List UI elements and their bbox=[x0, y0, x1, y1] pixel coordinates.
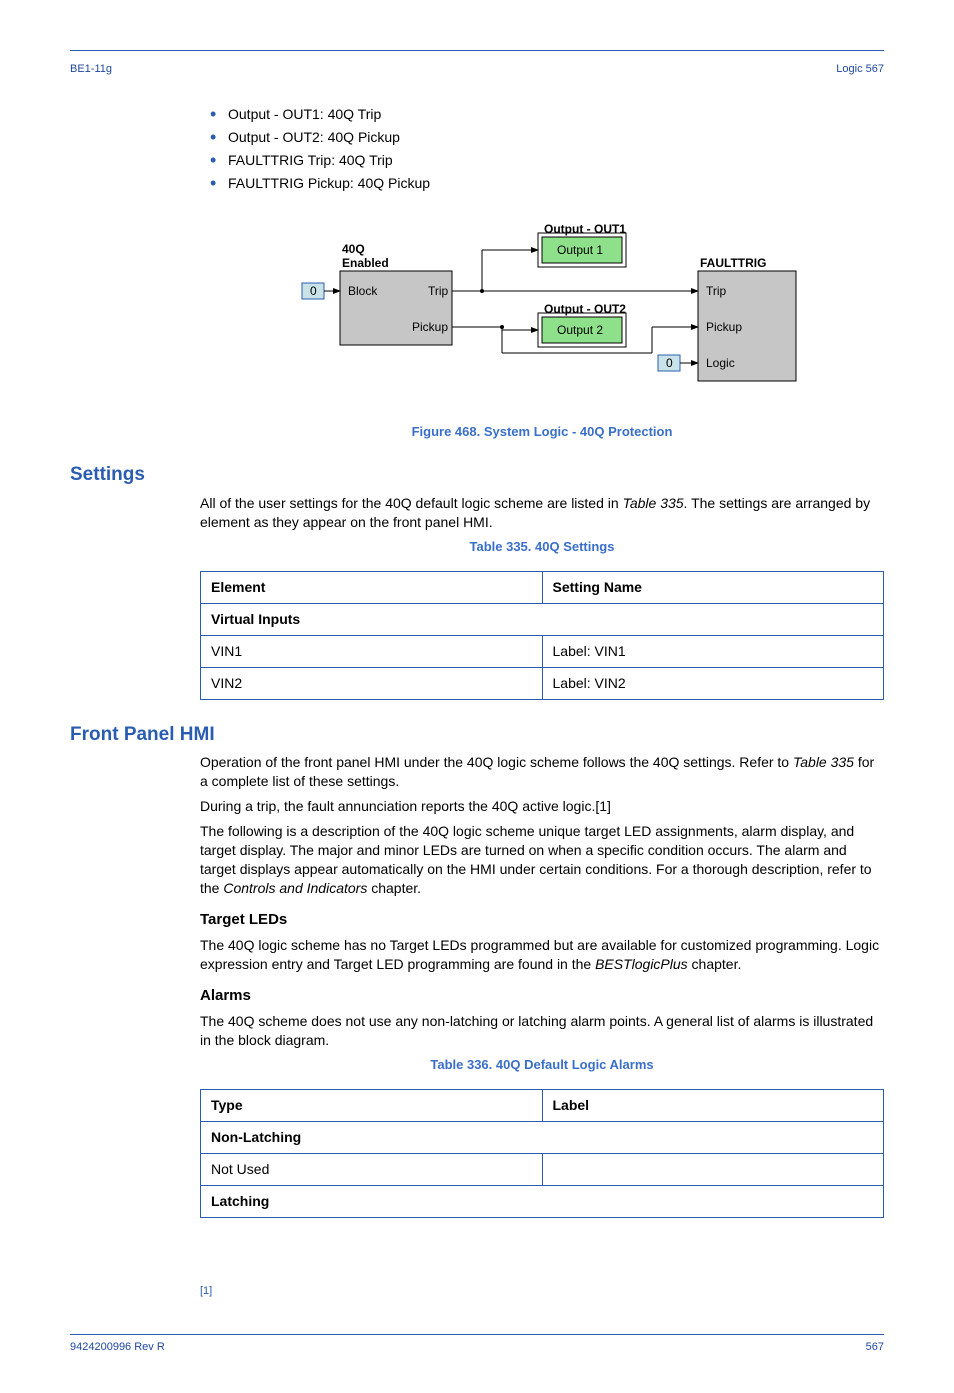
svg-text:Enabled: Enabled bbox=[342, 256, 389, 270]
table-cell: Not Used bbox=[201, 1153, 543, 1185]
svg-text:Logic: Logic bbox=[706, 356, 735, 370]
table-row: Element Setting Name bbox=[201, 572, 884, 604]
table-cell: Type bbox=[201, 1090, 543, 1122]
table-row: VIN2 Label: VIN2 bbox=[201, 667, 884, 699]
table-cell: Latching bbox=[201, 1185, 884, 1217]
figure-caption: Figure 468. System Logic - 40Q Protectio… bbox=[200, 423, 884, 441]
svg-text:Pickup: Pickup bbox=[412, 320, 448, 334]
header-left: BE1-11g bbox=[70, 63, 112, 75]
hmi-para-1: Operation of the front panel HMI under t… bbox=[200, 753, 884, 791]
header-right: Logic 567 bbox=[836, 63, 884, 75]
table-row: Non-Latching bbox=[201, 1122, 884, 1154]
footnote: [1] bbox=[200, 1284, 884, 1304]
svg-text:Output 1: Output 1 bbox=[557, 243, 603, 257]
header-rule bbox=[70, 50, 884, 51]
table-cell: Non-Latching bbox=[201, 1122, 884, 1154]
svg-text:Output 2: Output 2 bbox=[557, 323, 603, 337]
svg-text:0: 0 bbox=[666, 356, 673, 370]
settings-intro: All of the user settings for the 40Q def… bbox=[200, 494, 884, 532]
table-cell: Label: VIN2 bbox=[542, 667, 884, 699]
page-footer: 9424200996 Rev R 567 bbox=[70, 1341, 884, 1353]
list-item: Output - OUT2: 40Q Pickup bbox=[200, 128, 884, 147]
footer-left: 9424200996 Rev R bbox=[70, 1341, 165, 1353]
settings-heading: Settings bbox=[70, 462, 884, 488]
hmi-para-2: During a trip, the fault annunciation re… bbox=[200, 797, 884, 816]
hmi-heading: Front Panel HMI bbox=[70, 722, 884, 748]
table-cell: VIN2 bbox=[201, 667, 543, 699]
table-336: Type Label Non-Latching Not Used Latchin… bbox=[200, 1089, 884, 1218]
svg-text:Pickup: Pickup bbox=[706, 320, 742, 334]
table-335: Element Setting Name Virtual Inputs VIN1… bbox=[200, 571, 884, 700]
table-cell: Label: VIN1 bbox=[542, 635, 884, 667]
svg-text:FAULTTRIG: FAULTTRIG bbox=[700, 256, 766, 270]
alarms-heading: Alarms bbox=[200, 986, 884, 1006]
table-row: Not Used bbox=[201, 1153, 884, 1185]
table-row: Virtual Inputs bbox=[201, 603, 884, 635]
table-cell bbox=[542, 1153, 884, 1185]
list-item: FAULTTRIG Pickup: 40Q Pickup bbox=[200, 174, 884, 193]
table-row: VIN1 Label: VIN1 bbox=[201, 635, 884, 667]
table-cell: VIN1 bbox=[201, 635, 543, 667]
target-leds-heading: Target LEDs bbox=[200, 910, 884, 930]
table-row: Latching bbox=[201, 1185, 884, 1217]
logic-diagram: 40Q Enabled Block Trip Pickup 0 Output -… bbox=[282, 203, 802, 403]
footer-right: 567 bbox=[866, 1341, 884, 1353]
table-cell: Element bbox=[201, 572, 543, 604]
table-row: Type Label bbox=[201, 1090, 884, 1122]
footer-rule bbox=[70, 1334, 884, 1335]
main-content: Output - OUT1: 40Q Trip Output - OUT2: 4… bbox=[70, 105, 884, 1304]
page-container: BE1-11g Logic 567 Output - OUT1: 40Q Tri… bbox=[0, 0, 954, 1393]
table-335-label: Table 335. 40Q Settings bbox=[200, 538, 884, 556]
list-item: FAULTTRIG Trip: 40Q Trip bbox=[200, 151, 884, 170]
target-leds-para: The 40Q logic scheme has no Target LEDs … bbox=[200, 936, 884, 974]
table-cell: Label bbox=[542, 1090, 884, 1122]
svg-text:40Q: 40Q bbox=[342, 242, 365, 256]
svg-text:0: 0 bbox=[310, 284, 317, 298]
bullet-list: Output - OUT1: 40Q Trip Output - OUT2: 4… bbox=[200, 105, 884, 193]
svg-text:Block: Block bbox=[348, 284, 378, 298]
svg-text:Output - OUT1: Output - OUT1 bbox=[544, 222, 626, 236]
hmi-para-3: The following is a description of the 40… bbox=[200, 822, 884, 898]
alarms-para: The 40Q scheme does not use any non-latc… bbox=[200, 1012, 884, 1050]
svg-text:Output - OUT2: Output - OUT2 bbox=[544, 302, 626, 316]
table-cell: Setting Name bbox=[542, 572, 884, 604]
table-336-label: Table 336. 40Q Default Logic Alarms bbox=[200, 1056, 884, 1074]
svg-text:Trip: Trip bbox=[428, 284, 449, 298]
table-cell: Virtual Inputs bbox=[201, 603, 884, 635]
svg-text:Trip: Trip bbox=[706, 284, 727, 298]
page-header: BE1-11g Logic 567 bbox=[70, 63, 884, 75]
list-item: Output - OUT1: 40Q Trip bbox=[200, 105, 884, 124]
